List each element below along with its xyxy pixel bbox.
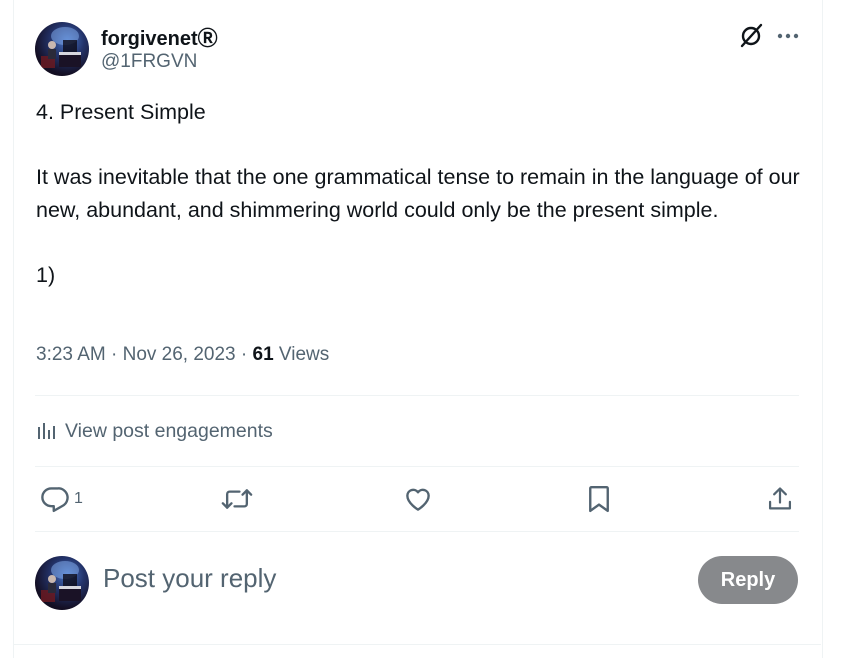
post-body: 4. Present Simple It was inevitable that… bbox=[36, 96, 806, 292]
view-engagements-label: View post engagements bbox=[65, 419, 273, 442]
reply-action[interactable]: 1 bbox=[40, 482, 83, 516]
like-action[interactable] bbox=[403, 482, 433, 516]
post-timestamp[interactable]: 3:23 AM · Nov 26, 2023 bbox=[36, 344, 236, 365]
reply-composer-avatar bbox=[35, 556, 89, 610]
bookmark-icon bbox=[589, 485, 609, 513]
divider-bottom bbox=[35, 531, 799, 532]
reply-button[interactable]: Reply bbox=[698, 556, 798, 604]
post-title-line: 4. Present Simple bbox=[36, 100, 206, 124]
post-meta: 3:23 AM · Nov 26, 2023 · 61 Views bbox=[36, 344, 329, 366]
post-footer-line: 1) bbox=[36, 263, 56, 287]
divider-footer bbox=[13, 644, 821, 645]
like-icon bbox=[406, 488, 430, 511]
share-action[interactable] bbox=[766, 482, 794, 516]
divider-middle bbox=[35, 466, 799, 467]
reply-icon bbox=[41, 487, 69, 513]
views-count: 61 bbox=[252, 344, 274, 365]
author-handle[interactable]: @1FRGVN bbox=[101, 51, 197, 73]
meta-separator: · bbox=[235, 344, 253, 365]
avatar-pianist-image bbox=[41, 561, 81, 602]
reply-input[interactable]: Post your reply bbox=[103, 563, 276, 594]
bar-chart-icon bbox=[38, 423, 55, 439]
grok-icon[interactable] bbox=[739, 23, 764, 48]
avatar-pianist-image bbox=[41, 27, 81, 68]
post-paragraph: It was inevitable that the one grammatic… bbox=[36, 165, 800, 222]
repost-icon bbox=[221, 489, 253, 509]
bookmark-action[interactable] bbox=[585, 482, 613, 516]
reply-count: 1 bbox=[74, 490, 83, 507]
share-icon bbox=[768, 487, 792, 510]
view-engagements-link[interactable]: View post engagements bbox=[36, 416, 273, 446]
more-icon[interactable] bbox=[776, 26, 800, 46]
author-name[interactable]: forgivenetⓇ bbox=[101, 22, 218, 51]
author-avatar[interactable] bbox=[35, 22, 89, 76]
divider-top bbox=[35, 395, 799, 396]
views-label: Views bbox=[273, 344, 330, 365]
repost-action[interactable] bbox=[221, 482, 253, 516]
